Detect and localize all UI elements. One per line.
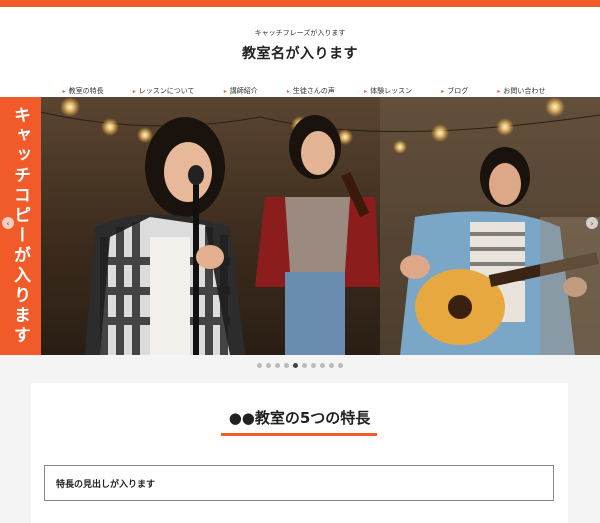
site-header: キャッチフレーズが入ります 教室名が入ります ▸ 教室の特長 ▸ レッスンについて … (0, 7, 600, 97)
nav-item-lessons[interactable]: ▸ レッスンについて (133, 85, 195, 97)
nav-item-label: ブログ (447, 87, 469, 95)
nav-item-label: お問い合わせ (503, 87, 546, 95)
arrow-right-icon: ▸ (223, 87, 227, 95)
feature-heading: 特長の見出しが入ります (56, 479, 156, 490)
slider-dot[interactable] (320, 362, 325, 368)
nav-item-trial[interactable]: ▸ 体験レッスン (364, 85, 412, 97)
nav-item-label: 講師紹介 (229, 87, 258, 95)
chevron-right-icon: › (590, 218, 594, 228)
nav-item-blog[interactable]: ▸ ブログ (441, 85, 468, 97)
slider-dot[interactable] (257, 362, 262, 368)
features-section: ●●教室の5つの特長 特長の見出しが入ります (31, 383, 568, 523)
hero-slider: キャッチコピーが入ります ‹ › (0, 97, 600, 355)
site-name[interactable]: 教室名が入ります (0, 43, 600, 63)
arrow-right-icon: ▸ (441, 87, 445, 95)
slider-dot[interactable] (284, 362, 289, 368)
slider-dot[interactable] (293, 362, 298, 368)
slider-dot[interactable] (329, 362, 334, 368)
slider-dot[interactable] (302, 362, 307, 368)
nav-item-voices[interactable]: ▸ 生徒さんの声 (287, 85, 335, 97)
feature-heading-box: 特長の見出しが入ります (44, 465, 554, 501)
slider-pagination (0, 355, 600, 375)
nav-item-label: 教室の特長 (68, 87, 104, 95)
slider-next-button[interactable]: › (586, 217, 598, 229)
arrow-right-icon: ▸ (497, 87, 501, 95)
slider-prev-button[interactable]: ‹ (2, 217, 14, 229)
hero-photo (0, 97, 600, 355)
nav-item-teachers[interactable]: ▸ 講師紹介 (224, 85, 258, 97)
arrow-right-icon: ▸ (364, 87, 368, 95)
slider-dot[interactable] (266, 362, 271, 368)
arrow-right-icon: ▸ (62, 87, 66, 95)
slider-dot[interactable] (275, 362, 280, 368)
nav-item-label: レッスンについて (138, 87, 195, 95)
site-tagline: キャッチフレーズが入ります (254, 29, 346, 37)
nav-item-label: 体験レッスン (370, 87, 413, 95)
chevron-left-icon: ‹ (6, 218, 10, 228)
global-nav: ▸ 教室の特長 ▸ レッスンについて ▸ 講師紹介 ▸ 生徒さんの声 ▸ 体験レッスン ▸… (0, 85, 600, 97)
nav-item-features[interactable]: ▸ 教室の特長 (63, 85, 104, 97)
slider-dot[interactable] (311, 362, 316, 368)
arrow-right-icon: ▸ (132, 87, 136, 95)
top-accent-bar (0, 0, 600, 7)
features-title: ●●教室の5つの特長 (228, 409, 371, 427)
nav-item-label: 生徒さんの声 (292, 87, 335, 95)
slider-dot[interactable] (338, 362, 343, 368)
arrow-right-icon: ▸ (286, 87, 290, 95)
title-underline (221, 433, 377, 436)
nav-item-contact[interactable]: ▸ お問い合わせ (497, 85, 545, 97)
